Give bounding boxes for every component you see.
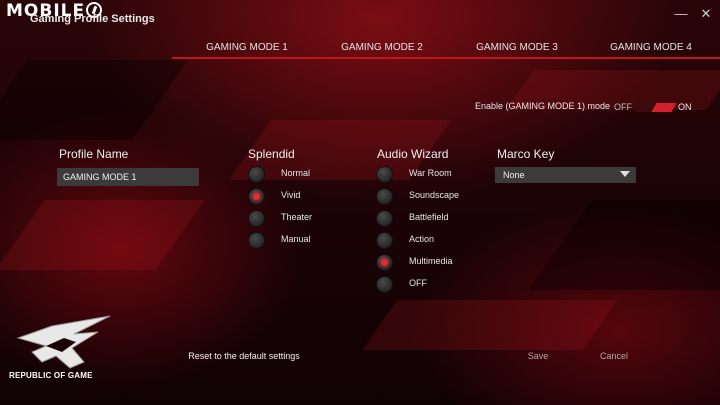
radio-label: Battlefield [409,212,449,222]
tab-gaming-mode-4[interactable]: GAMING MODE 4 [582,38,720,57]
macro-key-dropdown[interactable]: None [495,167,636,183]
radio-label: Vivid [281,190,301,200]
brand-text: REPUBLIC OF GAME [9,371,93,380]
tab-gaming-mode-3[interactable]: GAMING MODE 3 [448,38,586,57]
close-button[interactable]: ✕ [697,6,715,22]
enable-mode-label: Enable (GAMING MODE 1) mode [475,101,611,111]
macro-key-heading: Marco Key [497,147,555,161]
radio-label: OFF [409,278,427,288]
bg-shape [0,60,189,140]
radio-label: Normal [281,168,311,178]
audio-wizard-heading: Audio Wizard [377,147,449,161]
radio-button [376,210,393,227]
dropdown-value: None [503,170,525,180]
window-title: Gaming Profile Settings [30,13,155,25]
button-label: Cancel [599,351,628,361]
button-label: Reset to the default settings [188,351,300,361]
cancel-button[interactable]: Cancel [578,346,650,366]
button-label: Save [527,351,549,361]
radio-button [248,232,265,249]
toggle-on-label: ON [678,102,692,112]
bg-shape [0,200,205,270]
toggle-knob [651,103,677,112]
radio-label: Soundscape [409,190,460,200]
radio-button [248,210,265,227]
tab-gaming-mode-1[interactable]: GAMING MODE 1 [178,38,316,57]
bg-shape [528,200,720,290]
radio-button-checked [248,188,265,205]
radio-label: Action [409,234,435,244]
tab-label: GAMING MODE 2 [341,42,423,53]
tab-label: GAMING MODE 1 [206,42,288,53]
radio-label: Multimedia [409,256,453,266]
rog-logo-icon [16,315,111,369]
profile-name-input[interactable] [57,168,199,186]
reset-defaults-button[interactable]: Reset to the default settings [160,346,328,366]
radio-label: Manual [281,234,311,244]
bg-shape [362,300,618,350]
tab-gaming-mode-2[interactable]: GAMING MODE 2 [313,38,451,57]
toggle-off-label: OFF [614,102,632,112]
radio-label: War Room [409,168,452,178]
radio-button [376,166,393,183]
enable-mode-toggle[interactable] [636,103,677,112]
radio-button [376,188,393,205]
app-window: MOBILE Gaming Profile Settings — ✕ GAMIN… [0,0,720,405]
chevron-down-icon [620,171,630,177]
radio-label: Theater [281,212,313,222]
mode-tabs: GAMING MODE 1 GAMING MODE 2 GAMING MODE … [172,38,720,58]
tab-underline [172,57,720,59]
splendid-heading: Splendid [248,147,295,161]
tab-label: GAMING MODE 4 [610,42,692,53]
save-button[interactable]: Save [503,346,573,366]
tab-label: GAMING MODE 3 [476,42,558,53]
radio-button [376,276,393,293]
radio-button-checked [376,254,393,271]
radio-button [248,166,265,183]
profile-name-heading: Profile Name [59,147,129,161]
radio-button [376,232,393,249]
minimize-button[interactable]: — [672,6,690,22]
